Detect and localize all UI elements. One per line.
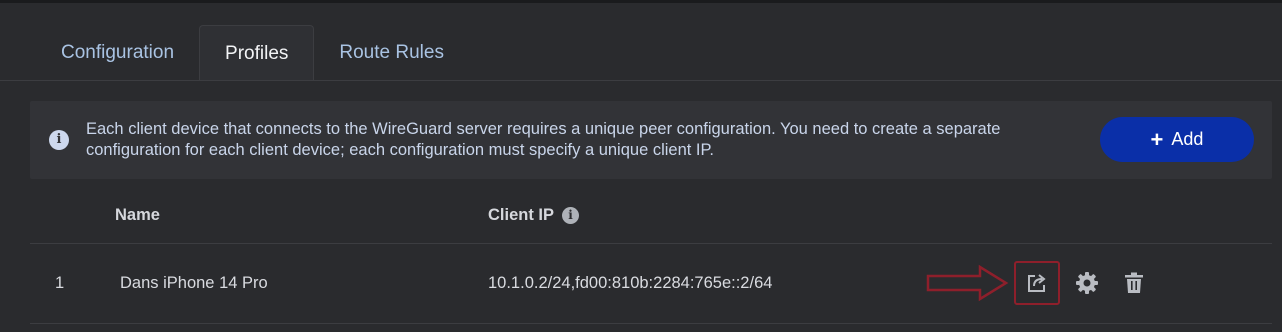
profile-client-ip: 10.1.0.2/24,fd00:810b:2284:765e::2/64 <box>488 274 773 292</box>
tab-configuration[interactable]: Configuration <box>36 25 199 81</box>
info-icon: i <box>49 130 69 150</box>
tab-divider <box>0 80 1282 81</box>
info-notice-panel: i Each client device that connects to th… <box>30 101 1272 179</box>
add-profile-button[interactable]: + Add <box>1100 117 1254 162</box>
trash-icon <box>1125 272 1143 293</box>
column-name-label: Name <box>115 206 160 224</box>
gear-icon <box>1076 272 1098 294</box>
table-header: Name Client IP i <box>30 193 1272 244</box>
table-row: 1 Dans iPhone 14 Pro 10.1.0.2/24,fd00:81… <box>30 244 1272 324</box>
tab-route-rules[interactable]: Route Rules <box>314 25 469 81</box>
profile-name: Dans iPhone 14 Pro <box>120 274 268 292</box>
plus-icon: + <box>1150 126 1164 152</box>
tab-profiles[interactable]: Profiles <box>199 25 315 81</box>
column-client-ip-label: Client IP <box>488 206 555 224</box>
add-button-label: Add <box>1171 129 1204 149</box>
client-ip-info-icon[interactable]: i <box>562 207 580 224</box>
delete-button[interactable] <box>1120 269 1148 297</box>
settings-button[interactable] <box>1073 269 1101 297</box>
share-icon <box>1028 274 1046 292</box>
app-frame: Configuration Profiles Route Rules i Eac… <box>0 0 1282 332</box>
annotation-arrow-icon <box>926 264 1009 302</box>
column-header-client-ip: Client IP i <box>488 206 580 225</box>
notice-text: Each client device that connects to the … <box>86 120 1001 159</box>
row-index: 1 <box>55 274 65 292</box>
share-profile-button[interactable] <box>1014 261 1060 305</box>
column-header-name: Name <box>115 206 160 225</box>
tab-bar: Configuration Profiles Route Rules <box>36 25 469 81</box>
